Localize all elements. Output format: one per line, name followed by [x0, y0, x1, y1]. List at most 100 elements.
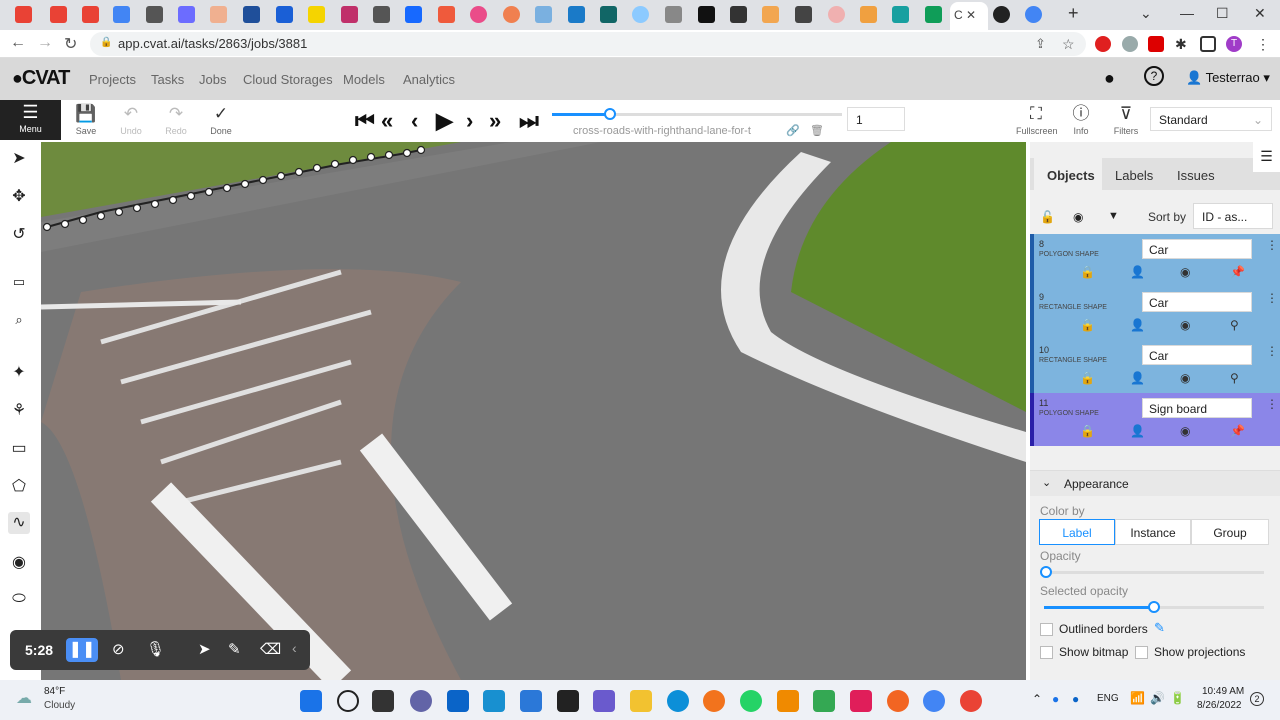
object-label-select[interactable]: Sign board	[1142, 398, 1252, 418]
more-icon[interactable]: ⋮	[1266, 344, 1278, 358]
lock-icon[interactable]: 🔒	[1080, 265, 1095, 279]
language-indicator[interactable]: ENG	[1097, 693, 1119, 704]
eraser-icon[interactable]: ⌫	[260, 640, 281, 658]
first-frame-icon[interactable]: ⏮	[355, 108, 375, 134]
more-icon[interactable]: ⋮	[1266, 238, 1278, 252]
app-icon[interactable]	[892, 6, 909, 23]
done-button[interactable]: ✓ Done	[201, 102, 241, 136]
redo-button[interactable]: ↷ Redo	[156, 102, 196, 136]
workspace-select[interactable]: Standard ⌄	[1150, 107, 1272, 131]
eye-icon[interactable]: ◉	[1180, 371, 1190, 385]
nav-cloud-storages[interactable]: Cloud Storages	[243, 72, 333, 87]
user-icon[interactable]: 👤	[1130, 318, 1145, 332]
volume-icon[interactable]: 🔊	[1150, 691, 1165, 705]
object-item[interactable]: 9 RECTANGLE SHAPE Car ⋮ 🔒 👤 ◉ ⚲	[1030, 287, 1280, 340]
undo-button[interactable]: ↶ Undo	[111, 102, 151, 136]
object-item[interactable]: 10 RECTANGLE SHAPE Car ⋮ 🔒 👤 ◉ ⚲	[1030, 340, 1280, 393]
collapse-icon[interactable]: ‹	[292, 640, 297, 656]
object-label-select[interactable]: Car	[1142, 239, 1252, 259]
close-icon[interactable]: ✕	[966, 8, 976, 22]
figma-icon[interactable]	[503, 6, 520, 23]
extension-icon[interactable]	[1148, 36, 1164, 52]
lock-icon[interactable]: 🔒	[1080, 371, 1095, 385]
delete-frame-icon[interactable]: 🗑	[810, 124, 824, 137]
pin-icon[interactable]: ⚲	[1230, 371, 1239, 385]
show-projections-checkbox[interactable]	[1135, 646, 1148, 659]
maximize-icon[interactable]: ☐	[1216, 5, 1229, 22]
minimize-icon[interactable]: —	[1180, 5, 1194, 21]
active-tab[interactable]: C ✕	[950, 2, 988, 30]
app-icon[interactable]	[762, 6, 779, 23]
teams-chat-icon[interactable]	[410, 690, 432, 712]
nav-jobs[interactable]: Jobs	[199, 72, 226, 87]
opacity-slider[interactable]	[1040, 566, 1264, 578]
fast-backward-icon[interactable]: «	[381, 108, 393, 134]
caret-down-icon[interactable]: ▼	[1108, 210, 1119, 222]
user-icon[interactable]: 👤	[1130, 265, 1145, 279]
tray-app-icon[interactable]: ●	[1052, 692, 1059, 706]
tray-app-icon[interactable]: ●	[1072, 692, 1079, 706]
appearance-header[interactable]: ⌄ Appearance	[1030, 470, 1280, 496]
pin-icon[interactable]: ⚲	[1230, 318, 1239, 332]
user-menu[interactable]: 👤 Testerrao ▾	[1186, 70, 1270, 86]
more-icon[interactable]: ⋮	[1266, 397, 1278, 411]
facebook-icon[interactable]	[243, 6, 260, 23]
pause-icon[interactable]: ❚❚	[66, 638, 98, 662]
app-icon[interactable]	[568, 6, 585, 23]
slack-icon[interactable]	[850, 690, 872, 712]
url-input[interactable]: 🔒 app.cvat.ai/tasks/2863/jobs/3881	[90, 32, 1086, 56]
notification-badge[interactable]: 2	[1250, 692, 1264, 706]
next-frame-icon[interactable]: ›	[466, 108, 473, 134]
color-by-label-button[interactable]: Label	[1039, 519, 1115, 545]
dribbble-icon[interactable]	[470, 6, 487, 23]
lock-icon[interactable]: 🔒	[1080, 424, 1095, 438]
polygon-icon[interactable]: ⬠	[8, 476, 30, 498]
s-icon[interactable]	[341, 6, 358, 23]
pointer-icon[interactable]: ➤	[198, 640, 211, 658]
opacity-slider-thumb[interactable]	[1040, 566, 1052, 578]
weather-icon[interactable]: ☁	[16, 688, 32, 708]
chrome-icon[interactable]	[960, 690, 982, 712]
more-icon[interactable]: ⋮	[1256, 36, 1272, 52]
app-icon[interactable]	[860, 6, 877, 23]
windows-start-icon[interactable]	[300, 690, 322, 712]
globe-icon[interactable]	[178, 6, 195, 23]
app-icon[interactable]	[887, 690, 909, 712]
meet-icon[interactable]	[813, 690, 835, 712]
color-by-instance-button[interactable]: Instance	[1115, 519, 1191, 545]
app-icon[interactable]	[828, 6, 845, 23]
firefox-icon[interactable]	[703, 690, 725, 712]
more-icon[interactable]: ⋮	[1266, 291, 1278, 305]
app-icon[interactable]	[698, 6, 715, 23]
rectangle-icon[interactable]: ▭	[8, 438, 30, 460]
object-item[interactable]: 11 POLYGON SHAPE Sign board ⋮ 🔒 👤 ◉ 📌	[1030, 393, 1280, 446]
filters-button[interactable]: ⊽ Filters	[1106, 102, 1146, 136]
reload-icon[interactable]: ↻	[64, 34, 77, 54]
app-icon[interactable]	[438, 6, 455, 23]
eye-icon[interactable]: ◉	[1180, 265, 1190, 279]
object-label-select[interactable]: Car	[1142, 292, 1252, 312]
show-bitmap-checkbox[interactable]	[1040, 646, 1053, 659]
color-picker-icon[interactable]: ✎	[1154, 620, 1165, 636]
gmail-icon[interactable]	[82, 6, 99, 23]
docs-icon[interactable]	[113, 6, 130, 23]
fit-image-icon[interactable]: ▭	[8, 274, 30, 296]
link-icon[interactable]: 🔗	[786, 124, 800, 137]
file-explorer-icon[interactable]	[630, 690, 652, 712]
star-icon[interactable]	[730, 6, 747, 23]
camera-off-icon[interactable]: ⊘	[112, 640, 125, 658]
app-icon[interactable]	[593, 690, 615, 712]
app-icon[interactable]	[795, 6, 812, 23]
clock-time[interactable]: 10:49 AM	[1202, 686, 1244, 697]
frame-slider-thumb[interactable]	[604, 108, 616, 120]
polyline-icon[interactable]: ∿	[8, 512, 30, 534]
chevron-down-icon[interactable]: ⌄	[1140, 5, 1152, 22]
misc-icon[interactable]	[210, 6, 227, 23]
cursor-icon[interactable]: ➤	[8, 148, 30, 170]
extension-icon[interactable]	[1095, 36, 1111, 52]
clock-date[interactable]: 8/26/2022	[1197, 700, 1242, 711]
profile-avatar[interactable]: T	[1226, 36, 1242, 52]
puzzle-icon[interactable]: ✱	[1175, 36, 1191, 52]
info-button[interactable]: ⓘ Info	[1061, 102, 1101, 136]
pin-icon[interactable]: 📌	[1230, 424, 1245, 438]
